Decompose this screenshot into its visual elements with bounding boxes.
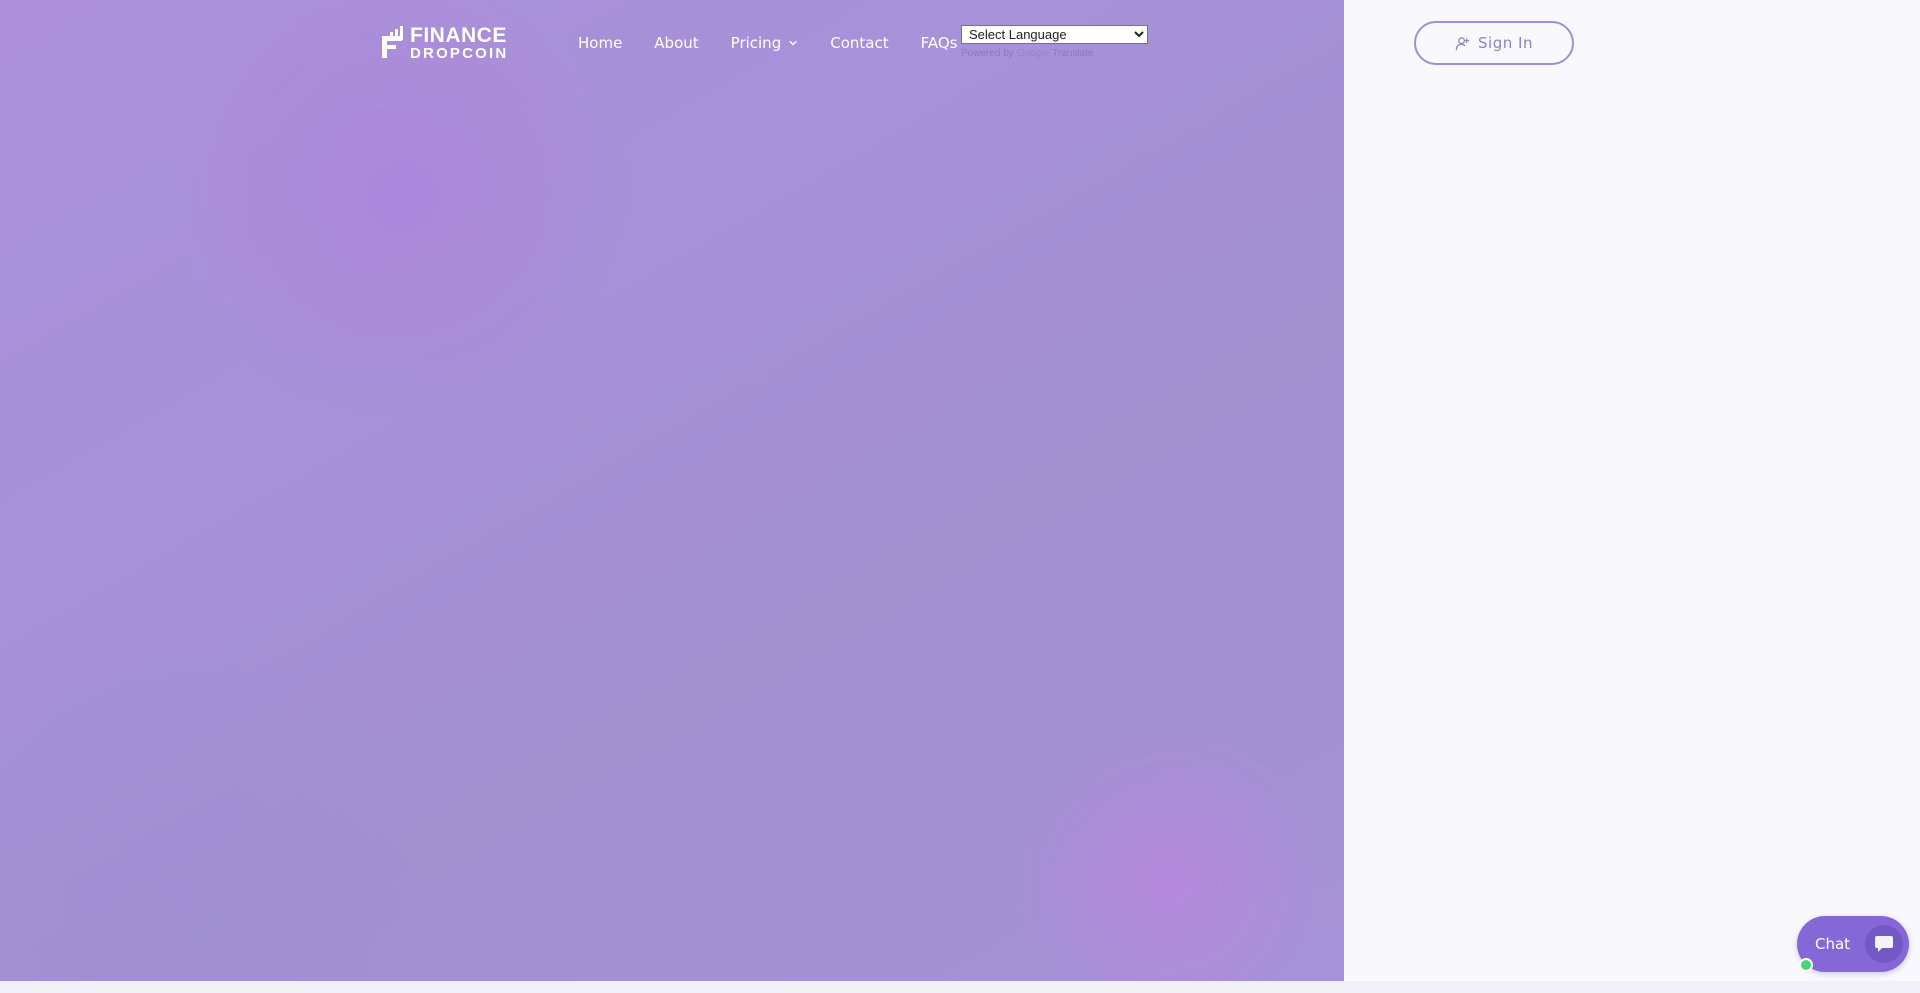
sign-in-button[interactable]: Sign In (1414, 21, 1574, 65)
logo-line1: FINANCE (410, 24, 507, 47)
user-plus-icon (1455, 36, 1470, 50)
powered-by-google: Powered by Google Translate (961, 48, 1148, 59)
chat-bubble-button[interactable] (1865, 925, 1903, 963)
google-label[interactable]: Google (1017, 48, 1049, 59)
nav-item-faqs[interactable]: FAQs (921, 34, 958, 52)
page: FINANCE DROPCOIN Home About Pricing Cont… (0, 0, 1920, 993)
bottom-strip (0, 981, 1920, 993)
logo-line2: DROPCOIN (410, 45, 509, 62)
hero-background (0, 0, 1344, 981)
translate-label: Translate (1052, 48, 1094, 59)
nav-item-about[interactable]: About (654, 34, 698, 52)
main-nav: Home About Pricing Contact FAQs (578, 33, 957, 53)
right-panel (1344, 0, 1920, 981)
nav-item-contact[interactable]: Contact (830, 34, 888, 52)
speech-bubble-icon (1875, 936, 1893, 952)
translate-widget: Select Language Powered by Google Transl… (961, 24, 1148, 59)
chat-label: Chat (1815, 935, 1851, 953)
powered-by-label: Powered by (961, 48, 1014, 59)
logo-text: FINANCE DROPCOIN (410, 25, 508, 61)
language-select[interactable]: Select Language (961, 25, 1148, 44)
nav-item-home[interactable]: Home (578, 34, 622, 52)
nav-item-pricing[interactable]: Pricing (731, 34, 799, 52)
brand-logo[interactable]: FINANCE DROPCOIN (380, 24, 516, 62)
sign-in-label: Sign In (1478, 34, 1533, 52)
logo-mark-icon (380, 26, 406, 60)
nav-item-pricing-label: Pricing (730, 34, 782, 52)
chevron-down-icon (789, 40, 797, 46)
chat-launcher[interactable]: Chat (1797, 916, 1909, 972)
online-dot-icon (1799, 958, 1813, 972)
